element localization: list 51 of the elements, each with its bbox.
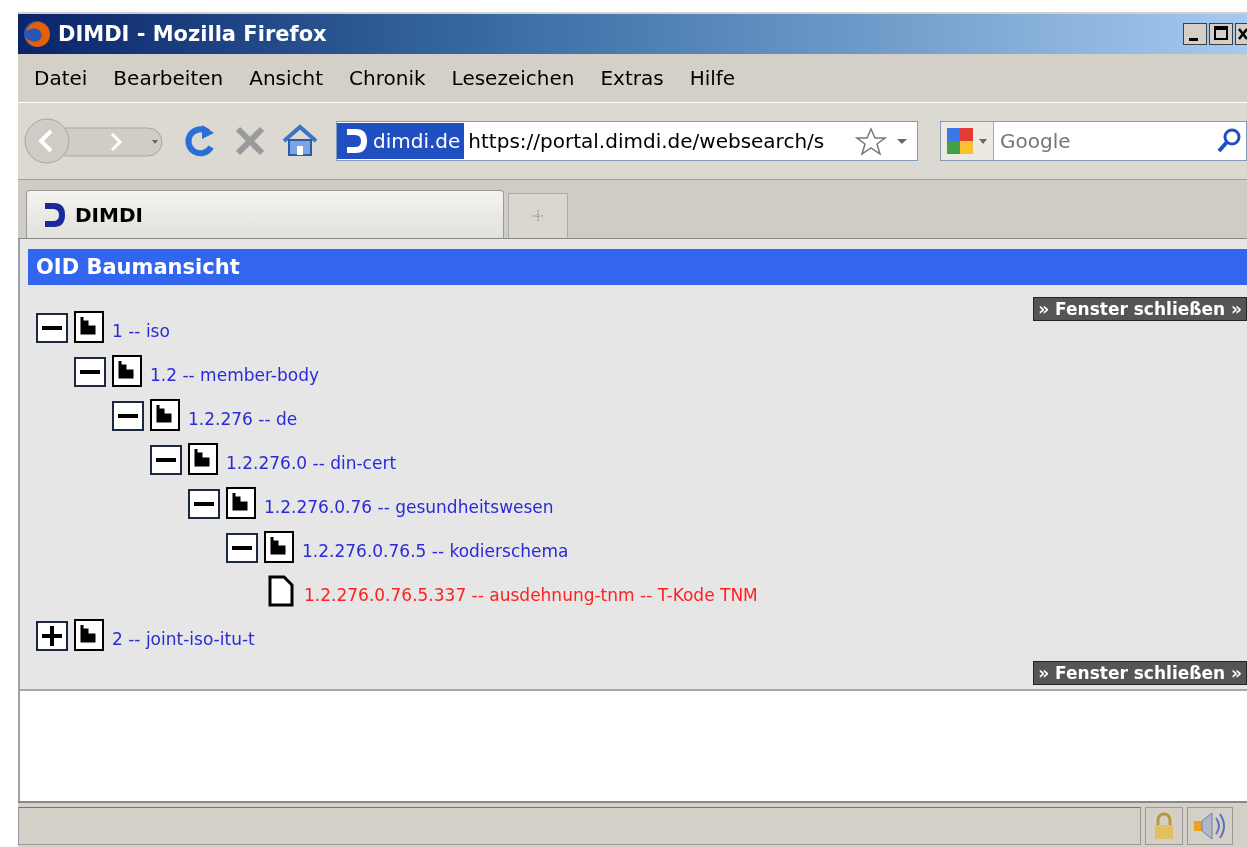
minus-icon [118, 414, 138, 418]
tree-node-link[interactable]: 1.2.276.0.76.5 -- kodierschema [302, 541, 569, 561]
browser-tab[interactable]: DIMDI [26, 190, 504, 238]
hierarchy-icon [74, 311, 104, 343]
close-window-button[interactable]: » Fenster schließen » [1033, 661, 1247, 685]
hierarchy-icon [112, 355, 142, 387]
speaker-icon[interactable] [1192, 810, 1228, 842]
window-title: DIMDI - Mozilla Firefox [58, 22, 328, 46]
close-window-button[interactable]: » Fenster schließen » [1033, 297, 1247, 321]
menu-item[interactable]: Extras [590, 62, 674, 94]
site-identity-button[interactable]: dimdi.de [337, 123, 465, 159]
menu-item[interactable]: Hilfe [679, 62, 746, 94]
hierarchy-icon [150, 399, 180, 431]
minus-icon [80, 370, 100, 374]
collapse-button[interactable] [226, 533, 258, 563]
tree-node-link[interactable]: 1.2 -- member-body [150, 365, 320, 385]
tree-node-link[interactable]: 1 -- iso [112, 321, 170, 341]
plus-icon [42, 626, 62, 646]
tree-node-link[interactable]: 1.2.276.0 -- din-cert [226, 453, 397, 473]
collapse-button[interactable] [188, 489, 220, 519]
minimize-button[interactable] [1183, 23, 1207, 45]
search-bar[interactable]: Google [940, 121, 1247, 161]
page-heading: OID Baumansicht [28, 249, 1247, 285]
address-bar[interactable]: dimdi.de https://portal.dimdi.de/websearch/s [336, 121, 918, 161]
collapse-button[interactable] [112, 401, 144, 431]
plus-icon [531, 209, 545, 223]
tree-node-link[interactable]: 1.2.276 -- de [188, 409, 298, 429]
maximize-button[interactable] [1209, 23, 1233, 45]
tree-node-link[interactable]: 1.2.276.0.76 -- gesundheitswesen [264, 497, 554, 517]
collapse-button[interactable] [150, 445, 182, 475]
close-button[interactable] [1235, 23, 1247, 45]
minus-icon [232, 546, 252, 550]
minus-icon [42, 326, 62, 330]
search-field[interactable]: Google [1000, 129, 1214, 153]
menu-item[interactable]: Chronik [339, 62, 436, 94]
bookmark-star-icon[interactable] [855, 126, 887, 156]
menu-item[interactable]: Bearbeiten [103, 62, 234, 94]
menu-item[interactable]: Lesezeichen [441, 62, 585, 94]
minus-icon [194, 502, 214, 506]
collapse-button[interactable] [36, 313, 68, 343]
tree-node-link[interactable]: 2 -- joint-iso-itu-t [112, 629, 255, 649]
search-engine-icon[interactable] [945, 126, 989, 156]
minus-icon [156, 458, 176, 462]
hierarchy-icon [226, 487, 256, 519]
hierarchy-icon [188, 443, 218, 475]
expand-button[interactable] [36, 621, 68, 651]
menu-item[interactable]: Datei [24, 62, 98, 94]
hierarchy-icon [74, 619, 104, 651]
hierarchy-icon [264, 531, 294, 563]
menu-item[interactable]: Ansicht [239, 62, 334, 94]
collapse-button[interactable] [74, 357, 106, 387]
